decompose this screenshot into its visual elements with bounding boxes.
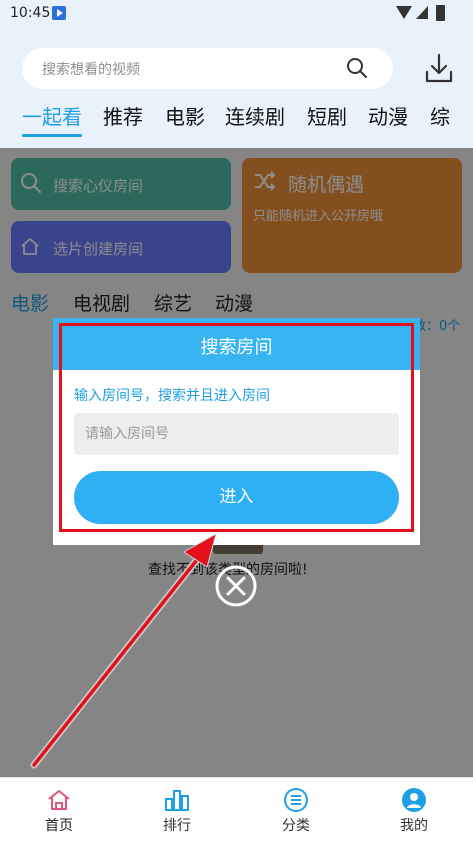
- tab-recommend[interactable]: 推荐: [103, 101, 143, 130]
- tab-movies[interactable]: 电影: [165, 101, 205, 130]
- tab-anime[interactable]: 动漫: [368, 101, 408, 130]
- close-icon[interactable]: [214, 564, 258, 608]
- download-icon[interactable]: [424, 52, 454, 84]
- tab-together[interactable]: 一起看: [22, 101, 82, 130]
- nav-label-home[interactable]: 首页: [19, 815, 99, 835]
- tab-short-drama[interactable]: 短剧: [307, 101, 347, 130]
- tab-series[interactable]: 连续剧: [225, 101, 285, 130]
- annotation-highlight-box: [59, 323, 414, 532]
- nav-label-category[interactable]: 分类: [256, 815, 336, 835]
- search-icon[interactable]: [346, 57, 368, 79]
- tab-variety[interactable]: 综: [430, 101, 450, 130]
- signal-icon: [416, 6, 428, 19]
- category-icon[interactable]: [283, 787, 309, 813]
- status-time: 10:45: [10, 5, 51, 21]
- app-notification-icon: [52, 6, 66, 20]
- nav-label-profile[interactable]: 我的: [374, 815, 454, 835]
- home-icon[interactable]: [46, 787, 72, 813]
- ranking-icon[interactable]: [164, 787, 190, 813]
- wifi-icon: [396, 6, 412, 19]
- search-placeholder: 搜索想看的视频: [42, 62, 140, 78]
- profile-icon[interactable]: [401, 787, 427, 813]
- active-tab-indicator: [22, 134, 82, 137]
- battery-icon: [436, 5, 445, 21]
- nav-label-ranking[interactable]: 排行: [137, 815, 217, 835]
